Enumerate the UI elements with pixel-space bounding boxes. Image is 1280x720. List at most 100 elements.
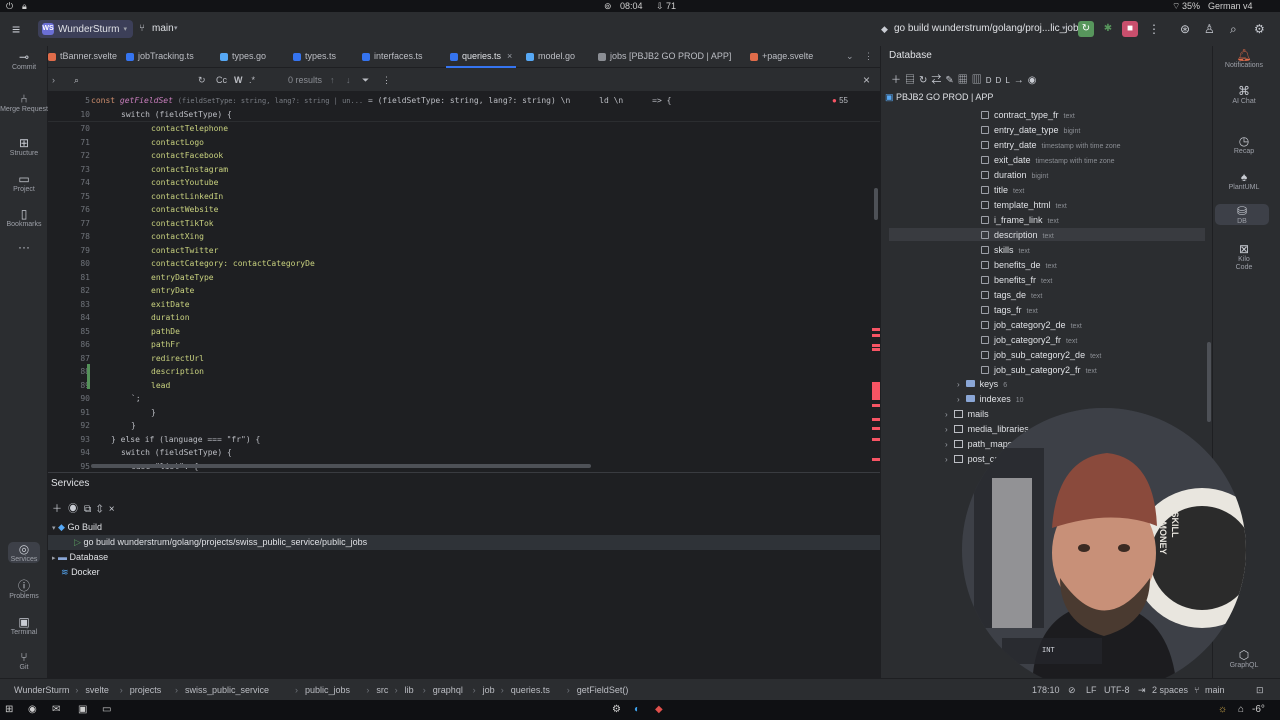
breadcrumb-item[interactable]: public_jobs (305, 679, 350, 701)
new-group-icon[interactable]: ⧉ (84, 504, 97, 515)
close-find-icon[interactable]: × (863, 68, 870, 92)
db-column-entry-date-type[interactable]: entry_date_type bigint (981, 123, 1080, 138)
tool-structure[interactable]: ⊞ Structure (0, 136, 48, 157)
tool-graphql[interactable]: ⬡ GraphQL (1213, 648, 1275, 669)
error-stripe-marker[interactable] (872, 458, 880, 461)
more-vertical-icon[interactable]: ⋮ (1148, 12, 1160, 46)
eye-icon[interactable]: ◉ (1028, 75, 1041, 86)
tool-git[interactable]: ⑂ Git (0, 650, 48, 671)
breadcrumb-item[interactable]: projects (130, 679, 162, 701)
tabs-overflow-icon[interactable]: ⌄ (846, 46, 854, 68)
db-column-template-html[interactable]: template_html text (981, 198, 1067, 213)
add-icon[interactable]: ＋ (891, 75, 905, 86)
file-encoding[interactable]: UTF-8 (1104, 679, 1130, 701)
vertical-scrollbar[interactable] (874, 188, 878, 220)
service-run-config[interactable]: ▷ go build wunderstrum/golang/projects/s… (48, 535, 880, 550)
breadcrumb-item[interactable]: svelte (85, 679, 109, 701)
window-icon[interactable]: ▣ (78, 700, 87, 720)
account-icon[interactable]: ♙ (1204, 12, 1215, 46)
settings-app-icon[interactable]: ⚙ (612, 700, 621, 720)
sync-icon[interactable]: ⇄ (931, 75, 945, 86)
horizontal-scrollbar[interactable] (91, 464, 591, 468)
indent-setting[interactable]: 2 spaces (1152, 679, 1188, 701)
db-column-exit-date[interactable]: exit_date timestamp with time zone (981, 153, 1115, 168)
collapse-all-icon[interactable]: × (109, 504, 121, 515)
power-icon[interactable]: ⏻ (6, 0, 13, 12)
db-table[interactable]: › mails (945, 407, 989, 422)
expand-all-icon[interactable]: ⇕ (97, 504, 109, 515)
keyboard-layout[interactable]: German v4 (1208, 0, 1253, 12)
tab-types-ts[interactable]: types.ts (293, 46, 336, 68)
error-stripe-marker[interactable] (872, 328, 880, 331)
db-column-entry-date[interactable]: entry_date timestamp with time zone (981, 138, 1121, 153)
next-occurrence-icon[interactable]: ↓ (346, 68, 351, 92)
tool-kilo-code[interactable]: ⊠ Kilo Code (1213, 242, 1275, 272)
breadcrumb-item[interactable]: lib (405, 679, 414, 701)
edit-icon[interactable]: ✎ (945, 75, 957, 86)
settings-gear-icon[interactable]: ⚙ (1254, 12, 1265, 46)
tool-project[interactable]: ▭ Project (0, 172, 48, 193)
firefox-icon[interactable]: ◐ (634, 700, 640, 720)
error-stripe-marker[interactable] (872, 438, 880, 441)
search-icon[interactable]: ⌕ (1230, 12, 1237, 46)
debug-icon[interactable]: ✱ (1100, 21, 1116, 37)
browser-icon[interactable]: ◉ (28, 700, 37, 720)
regex-toggle[interactable]: .* (249, 68, 255, 92)
previous-occurrence-icon[interactable]: ↑ (330, 68, 335, 92)
error-stripe-marker[interactable] (872, 348, 880, 351)
tool-merge-request[interactable]: ⑃ Merge Request (0, 92, 48, 113)
start-menu-icon[interactable]: ⊞ (5, 700, 13, 720)
error-count-badge[interactable]: ● 55 (832, 96, 848, 105)
db-column-job-category2-de[interactable]: job_category2_de text (981, 318, 1082, 333)
jetbrains-icon[interactable]: ◆ (655, 700, 663, 720)
tab-page-svelte[interactable]: +page.svelte (750, 46, 813, 68)
line-ending[interactable]: LF (1086, 679, 1097, 701)
rerun-button[interactable]: ↻ (1078, 21, 1094, 37)
tab-types-go[interactable]: types.go (220, 46, 266, 68)
tool-problems[interactable]: ⓘ Problems (0, 579, 48, 600)
table-icon[interactable]: ▥ (972, 75, 986, 86)
breadcrumb-item[interactable]: swiss_public_service (185, 679, 269, 701)
more-vertical-icon[interactable]: ⋮ (382, 68, 391, 92)
error-stripe-marker[interactable] (872, 382, 880, 400)
jump-icon[interactable]: → (1014, 75, 1028, 86)
service-go-build[interactable]: ▾ ◆ Go Build (48, 520, 880, 535)
error-stripe-marker[interactable] (872, 334, 880, 337)
db-folder-keys[interactable]: › keys 6 (957, 377, 1007, 392)
db-column-job-sub-category2-fr[interactable]: job_sub_category2_fr text (981, 363, 1097, 378)
db-column-job-category2-fr[interactable]: job_category2_fr text (981, 333, 1077, 348)
data-source-icon[interactable]: ▤ (905, 75, 919, 86)
tray-icon[interactable]: ⌂ (1238, 700, 1244, 720)
tab-model-go[interactable]: model.go (526, 46, 575, 68)
match-case-toggle[interactable]: Cc (216, 68, 227, 92)
breadcrumb-item[interactable]: job (483, 679, 495, 701)
db-column-benefits-de[interactable]: benefits_de text (981, 258, 1057, 273)
db-column-contract-type-fr[interactable]: contract_type_fr text (981, 108, 1075, 123)
tab-banner-svelte[interactable]: tBanner.svelte (48, 46, 117, 68)
stop-button[interactable]: ■ (1122, 21, 1138, 37)
error-stripe-marker[interactable] (872, 427, 880, 430)
branch-selector[interactable]: main (152, 12, 174, 46)
db-column-tags-fr[interactable]: tags_fr text (981, 303, 1038, 318)
breadcrumb-item[interactable]: src (376, 679, 388, 701)
db-connection[interactable]: ▣ PBJB2 GO PROD | APP (885, 90, 993, 105)
db-column-job-sub-category2-de[interactable]: job_sub_category2_de text (981, 348, 1101, 363)
expand-icon[interactable]: › (52, 68, 55, 92)
tab-jobs-table[interactable]: jobs [PBJB2 GO PROD | APP] (598, 46, 731, 68)
tab-queries-ts[interactable]: queries.ts × (446, 46, 517, 68)
eye-icon[interactable]: ◉ (68, 504, 84, 515)
refresh-icon[interactable]: ↻ (919, 75, 931, 86)
tool-services[interactable]: ◎ Services (8, 542, 40, 563)
more-tools-icon[interactable]: ··· (0, 240, 48, 254)
notifications-icon[interactable]: ⊡ (1256, 679, 1264, 701)
filter-icon[interactable]: ⏷ (362, 68, 369, 92)
close-tab-icon[interactable]: × (507, 51, 512, 61)
vertical-scrollbar[interactable] (1207, 342, 1211, 422)
more-vertical-icon[interactable]: ⋮ (864, 46, 873, 68)
tool-commit[interactable]: ⊸ Commit (0, 50, 48, 71)
tool-recap[interactable]: ◷ Recap (1213, 134, 1275, 155)
service-database[interactable]: ▸ ▬ Database (48, 550, 880, 565)
db-column-description[interactable]: description text (981, 228, 1054, 243)
db-column-skills[interactable]: skills text (981, 243, 1030, 258)
console-icon[interactable]: ▦ (958, 75, 972, 86)
